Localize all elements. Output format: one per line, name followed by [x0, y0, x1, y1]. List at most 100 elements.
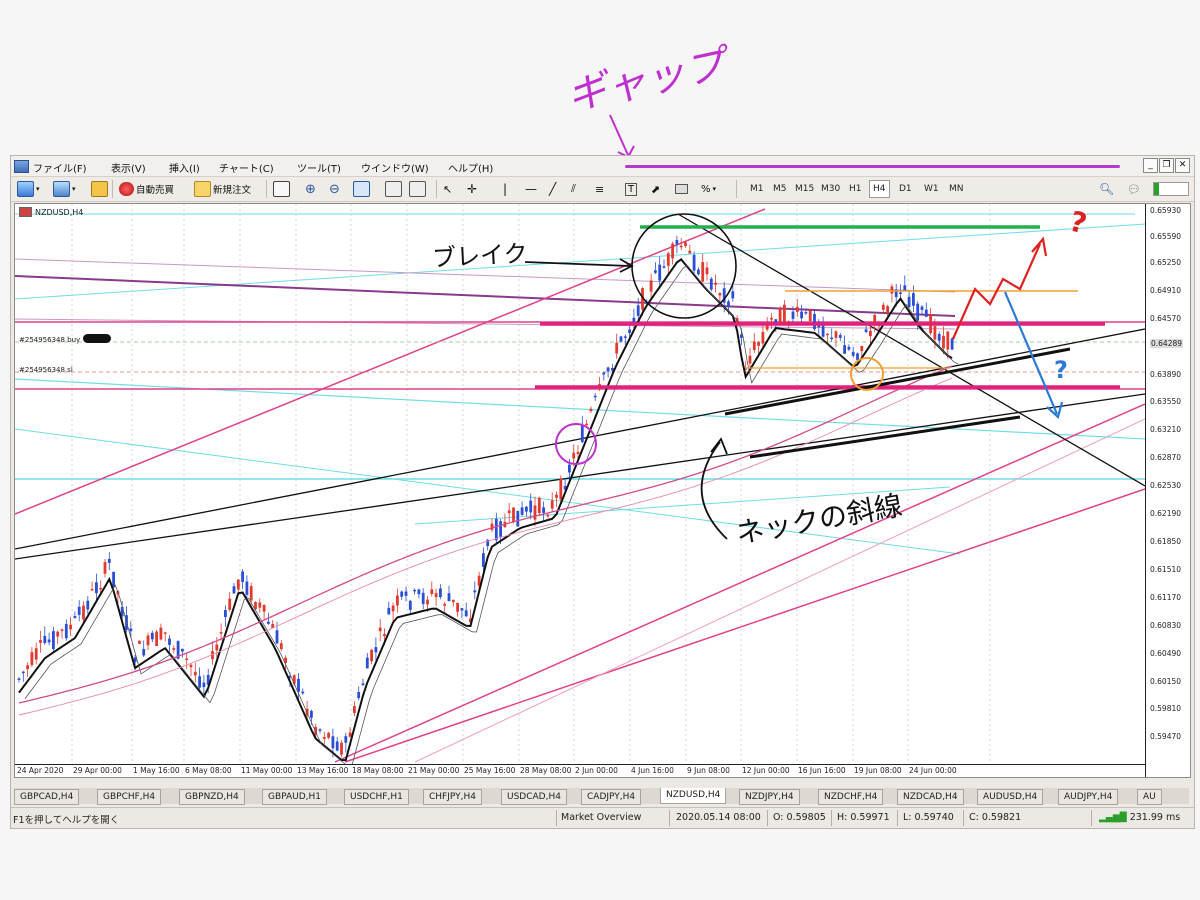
chat-button[interactable]: 💬︎ [1127, 180, 1141, 198]
cursor-button[interactable]: ↖ [443, 180, 452, 198]
objects-button[interactable]: % ▾ [701, 180, 716, 198]
candle-body [804, 312, 808, 314]
price-tick: 0.64910 [1150, 286, 1182, 295]
horizontal-line-button[interactable]: — [525, 180, 537, 198]
close-icon[interactable]: ✕ [1175, 158, 1190, 173]
arrow-tool-button[interactable]: ⬈ [651, 180, 660, 198]
timeframe-h4[interactable]: H4 [869, 180, 890, 198]
bottom-circle [850, 357, 884, 391]
autoscroll-button[interactable] [409, 180, 426, 198]
text-button[interactable]: T [625, 180, 638, 198]
connection-status: ▂▄▆█ 231.99 ms [1099, 812, 1180, 823]
trendline-button[interactable]: ╱ [549, 180, 556, 198]
menu-item-5[interactable]: ウインドウ(W) [361, 160, 429, 175]
zoom-out-button[interactable]: ⊖ [329, 180, 340, 198]
timeframe-m1[interactable]: M1 [747, 181, 767, 197]
symbol-tab-nzdusdh4[interactable]: NZDUSD,H4 [660, 788, 727, 804]
search-field[interactable] [1153, 180, 1189, 198]
symbol-tab-cadjpyh4[interactable]: CADJPY,H4 [581, 789, 642, 805]
restore-icon[interactable]: ❐ [1159, 158, 1174, 173]
candle-body [348, 732, 352, 737]
candle-body [39, 640, 42, 643]
timeframe-w1[interactable]: W1 [921, 181, 942, 197]
new-order-button[interactable]: 新規注文 [194, 180, 251, 198]
symbol-tab-nzdcadh4[interactable]: NZDCAD,H4 [897, 789, 964, 805]
symbol-tab-audusdh4[interactable]: AUDUSD,H4 [977, 789, 1044, 805]
price-chart[interactable] [15, 204, 1145, 764]
symbol-tab-au[interactable]: AU [1137, 789, 1162, 805]
menu-item-2[interactable]: 挿入(I) [169, 160, 200, 175]
symbol-tab-gbpchfh4[interactable]: GBPCHF,H4 [97, 789, 162, 805]
candle-body [155, 631, 158, 646]
symbol-tab-nzdjpyh4[interactable]: NZDJPY,H4 [739, 789, 800, 805]
time-tick: 16 Jun 16:00 [798, 766, 846, 775]
candle-body [77, 606, 81, 615]
symbol-tab-gbpcadh4[interactable]: GBPCAD,H4 [14, 789, 80, 805]
symbol-tab-audjpyh4[interactable]: AUDJPY,H4 [1058, 789, 1119, 805]
profiles-button[interactable]: ▾ [53, 180, 76, 198]
candle-body [830, 337, 834, 340]
shape-button[interactable] [675, 180, 688, 198]
auto-trading-button[interactable]: 自動売買 [119, 180, 174, 198]
symbol-tab-nzdchfh4[interactable]: NZDCHF,H4 [818, 789, 884, 805]
menu-item-1[interactable]: 表示(V) [111, 160, 146, 175]
chart-window[interactable]: NZDUSD,H4 #254956348 buy #254956348 sl 0… [14, 203, 1191, 778]
crosshair-icon: ✛ [467, 182, 478, 196]
candle-body [387, 607, 391, 615]
candle-body [826, 333, 829, 336]
chat-icon: 💬︎ [1127, 182, 1141, 196]
timeframe-mn[interactable]: MN [946, 181, 967, 197]
candle-body [374, 647, 378, 653]
status-bar: F1を押してヘルプを開く Market Overview 2020.05.14 … [11, 807, 1194, 828]
ping-value: 231.99 ms [1129, 812, 1181, 823]
candle-body [103, 562, 107, 574]
timeframe-m5[interactable]: M5 [770, 181, 790, 197]
new-order-icon [194, 181, 211, 197]
menu-item-6[interactable]: ヘルプ(H) [448, 160, 493, 175]
symbol-tab-gbpaudh1[interactable]: GBPAUD,H1 [262, 789, 328, 805]
candle-body [434, 593, 438, 598]
timeframe-m30[interactable]: M30 [818, 181, 843, 197]
minimize-icon[interactable]: _ [1143, 158, 1158, 173]
chart-shift-button[interactable] [385, 180, 402, 198]
timeframe-m15[interactable]: M15 [792, 181, 817, 197]
vertical-line-button[interactable]: | [503, 180, 507, 198]
candle-body [426, 599, 429, 605]
candle-body [331, 736, 335, 749]
candle-body [181, 648, 184, 652]
candle-body [718, 293, 722, 296]
question-blue: ? [1054, 356, 1068, 384]
candle-body [30, 652, 34, 665]
vertical-line-icon: | [503, 182, 508, 196]
crosshair-button[interactable]: ✛ [467, 180, 477, 198]
candle-body [568, 464, 571, 473]
fibonacci-button[interactable]: ≡ [595, 180, 604, 198]
timeframe-d1[interactable]: D1 [896, 181, 915, 197]
fibonacci-icon: ≡ [595, 182, 605, 196]
tile-windows-button[interactable] [353, 180, 370, 198]
symbol-tab-usdcadh4[interactable]: USDCAD,H4 [501, 789, 567, 805]
candle-body [899, 292, 902, 294]
candle-body [90, 588, 94, 591]
candle-body [731, 291, 735, 299]
candle-body [619, 336, 623, 342]
status-profile[interactable]: Market Overview [561, 812, 641, 823]
symbol-tab-gbpnzdh4[interactable]: GBPNZD,H4 [179, 789, 245, 805]
search-button[interactable]: 🔍︎ [1099, 180, 1114, 198]
menu-item-3[interactable]: チャート(C) [219, 160, 274, 175]
menu-item-4[interactable]: ツール(T) [297, 160, 341, 175]
bar-chart-button[interactable] [273, 180, 290, 198]
new-chart-button[interactable]: ▾ [17, 180, 40, 198]
zoom-in-button[interactable]: ⊕ [305, 180, 316, 198]
navigator-button[interactable] [91, 180, 108, 198]
symbol-tab-chfjpyh4[interactable]: CHFJPY,H4 [423, 789, 482, 805]
candle-body [21, 671, 25, 674]
menu-item-0[interactable]: ファイル(F) [33, 160, 87, 175]
chart-shift-icon [385, 181, 402, 197]
candle-body [525, 506, 528, 512]
candle-body [335, 741, 339, 751]
timeframe-h1[interactable]: H1 [846, 181, 865, 197]
channel-button[interactable]: ⫽ [571, 180, 576, 198]
candle-body [770, 317, 773, 320]
symbol-tab-usdchfh1[interactable]: USDCHF,H1 [344, 789, 409, 805]
